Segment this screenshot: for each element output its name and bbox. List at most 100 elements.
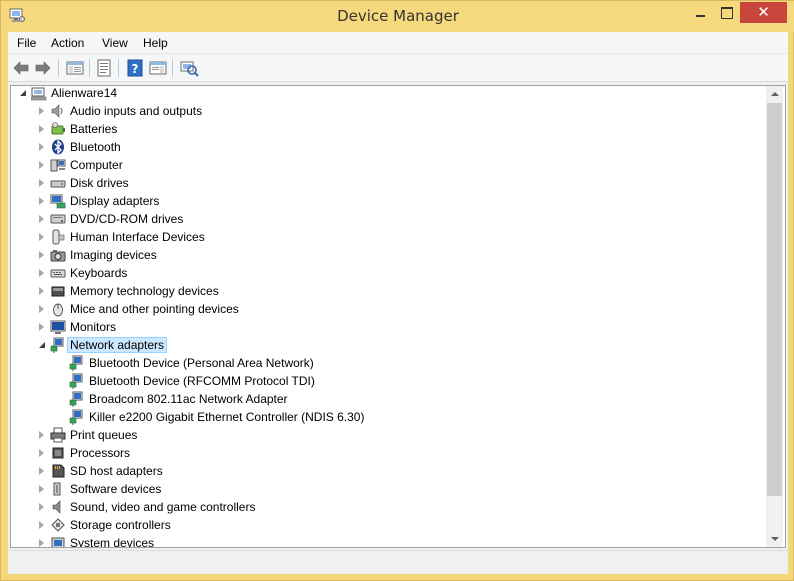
tree-root-alienware14[interactable]: Alienware14 [11,86,766,102]
scrollbar-thumb[interactable] [767,103,782,496]
minimize-button[interactable] [687,2,713,23]
window-title: Device Manager [337,7,459,25]
tree-item-label: Bluetooth Device (Personal Area Network) [89,356,314,370]
tree-category-audio-inputs-and-outputs[interactable]: Audio inputs and outputs [11,102,766,120]
toolbar-separator [89,59,90,77]
tree-item-label: Network adapters [66,337,168,353]
tree-category-mice-and-other-pointing-devices[interactable]: Mice and other pointing devices [11,300,766,318]
tree-device-item[interactable]: Killer e2200 Gigabit Ethernet Controller… [11,408,766,426]
tree-item-label: Mice and other pointing devices [70,302,239,316]
tree-category-network-adapters[interactable]: Network adapters [11,336,766,354]
tree-device-item[interactable]: Bluetooth Device (RFCOMM Protocol TDI) [11,372,766,390]
sd-card-icon [52,464,65,478]
expand-arrow-icon[interactable] [38,539,46,547]
tree-item-label: Disk drives [70,176,129,190]
close-button[interactable]: ✕ [740,2,787,23]
tree-category-sound-video-and-game-controllers[interactable]: Sound, video and game controllers [11,498,766,516]
network-adapter-icon [50,337,64,353]
tree-item-label: Human Interface Devices [70,230,205,244]
tree-category-disk-drives[interactable]: Disk drives [11,174,766,192]
forward-arrow-icon[interactable] [33,58,53,78]
expand-arrow-icon[interactable] [38,161,46,169]
tree-category-software-devices[interactable]: Software devices [11,480,766,498]
expand-arrow-icon[interactable] [38,143,46,151]
properties-icon[interactable] [94,58,114,78]
menu-action[interactable]: Action [51,36,84,50]
expand-arrow-icon[interactable] [38,305,46,313]
toolbar-separator [118,59,119,77]
camera-icon [50,250,66,262]
expand-arrow-icon[interactable] [38,251,46,259]
scan-hardware-changes-icon[interactable] [179,58,199,78]
scroll-up-arrow-icon[interactable] [766,86,783,103]
tree-category-sd-host-adapters[interactable]: SD host adapters [11,462,766,480]
tree-category-human-interface-devices[interactable]: Human Interface Devices [11,228,766,246]
expand-arrow-icon[interactable] [38,449,46,457]
expand-arrow-icon[interactable] [38,233,46,241]
device-tree[interactable]: Alienware14 Audio inputs and outputs Batte… [10,85,786,548]
tree-category-dvd-cd-rom-drives[interactable]: DVD/CD-ROM drives [11,210,766,228]
display-adapter-icon [50,194,66,209]
close-icon: ✕ [757,3,770,21]
expand-arrow-icon[interactable] [38,503,46,511]
vertical-scrollbar[interactable] [766,86,783,547]
svg-text:?: ? [132,62,139,76]
expand-arrow-icon[interactable] [38,323,46,331]
mouse-icon [53,303,63,317]
expand-arrow-icon[interactable] [38,287,46,295]
client-area: File Action View Help ? Alienware14 Audi… [8,32,788,574]
tree-category-print-queues[interactable]: Print queues [11,426,766,444]
menu-view[interactable]: View [102,36,128,50]
tree-category-monitors[interactable]: Monitors [11,318,766,336]
collapse-arrow-icon[interactable] [19,89,27,97]
storage-controller-icon [51,518,65,532]
title-bar[interactable]: Device Manager ✕ [1,1,794,32]
menu-file[interactable]: File [17,36,36,50]
tree-item-label: Imaging devices [70,248,157,262]
maximize-button[interactable] [713,2,740,23]
expand-arrow-icon[interactable] [38,431,46,439]
tree-item-label: Alienware14 [51,86,118,100]
tree-item-label: System devices [70,536,155,548]
tree-category-computer[interactable]: Computer [11,156,766,174]
tree-device-item[interactable]: Broadcom 802.11ac Network Adapter [11,390,766,408]
expand-arrow-icon[interactable] [38,269,46,277]
expand-arrow-icon[interactable] [38,215,46,223]
tree-category-imaging-devices[interactable]: Imaging devices [11,246,766,264]
expand-arrow-icon[interactable] [38,485,46,493]
system-device-icon [51,537,65,547]
tree-item-label: Storage controllers [70,518,171,532]
tree-category-display-adapters[interactable]: Display adapters [11,192,766,210]
tree-category-processors[interactable]: Processors [11,444,766,462]
tree-category-memory-technology-devices[interactable]: Memory technology devices [11,282,766,300]
menu-bar: File Action View Help [8,32,788,54]
tree-item-label: Audio inputs and outputs [70,104,203,118]
tree-item-label: Processors [70,446,131,460]
help-icon[interactable]: ? [125,58,145,78]
tree-item-label: Batteries [70,122,118,136]
battery-icon [51,122,65,135]
expand-arrow-icon[interactable] [38,125,46,133]
tree-category-batteries[interactable]: Batteries [11,120,766,138]
expand-arrow-icon[interactable] [38,179,46,187]
tree-item-label: Monitors [70,320,117,334]
expand-arrow-icon[interactable] [38,197,46,205]
action-pane-icon[interactable] [148,58,168,78]
tree-category-bluetooth[interactable]: Bluetooth [11,138,766,156]
scroll-down-arrow-icon[interactable] [766,530,783,547]
toolbar: ? [8,54,788,82]
show-hide-console-tree-icon[interactable] [65,58,85,78]
expand-arrow-icon[interactable] [38,521,46,529]
status-bar [8,550,788,574]
back-arrow-icon[interactable] [11,58,31,78]
tree-category-storage-controllers[interactable]: Storage controllers [11,516,766,534]
expand-arrow-icon[interactable] [38,107,46,115]
expand-arrow-icon[interactable] [38,467,46,475]
tree-category-system-devices[interactable]: System devices [11,534,766,548]
tree-item-label: Keyboards [70,266,128,280]
collapse-arrow-icon[interactable] [38,341,46,349]
tree-item-label: Sound, video and game controllers [70,500,256,514]
tree-category-keyboards[interactable]: Keyboards [11,264,766,282]
menu-help[interactable]: Help [143,36,168,50]
tree-device-item[interactable]: Bluetooth Device (Personal Area Network) [11,354,766,372]
